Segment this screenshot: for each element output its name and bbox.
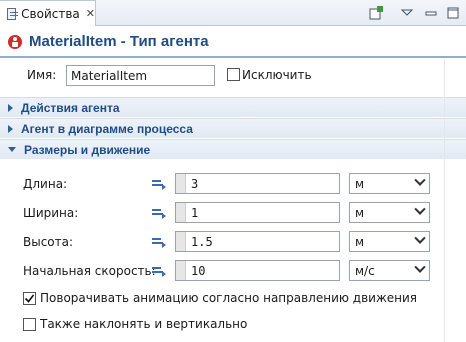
minimize-icon[interactable]	[423, 5, 439, 21]
close-icon[interactable]: ✕	[86, 7, 95, 20]
static-value-icon[interactable]	[152, 236, 166, 248]
static-value-icon[interactable]	[152, 207, 166, 219]
height-unit-select[interactable]: м	[349, 231, 430, 252]
section-label: Действия агента	[21, 100, 120, 115]
chevron-down-icon	[414, 174, 426, 186]
tab-label: Свойства	[21, 6, 80, 21]
agent-icon	[8, 34, 22, 49]
initial-speed-label: Начальная скорость:	[23, 264, 156, 278]
exclude-checkbox[interactable]	[227, 68, 240, 81]
section-agent-in-process[interactable]: Агент в диаграмме процесса	[0, 118, 466, 138]
name-input-value: MaterialItem	[71, 68, 148, 83]
name-input[interactable]: MaterialItem	[66, 65, 215, 86]
width-unit: м	[355, 205, 365, 220]
height-value: 1.5	[191, 234, 213, 249]
rotate-animation-label: Поворачивать анимацию согласно направлен…	[40, 291, 418, 305]
width-value: 1	[191, 205, 199, 220]
initial-speed-value: 10	[191, 263, 206, 278]
width-field[interactable]: 1	[175, 202, 340, 223]
initial-speed-unit-select[interactable]: м/с	[349, 260, 430, 281]
section-label: Размеры и движение	[24, 142, 151, 157]
width-unit-select[interactable]: м	[349, 202, 430, 223]
length-unit: м	[355, 176, 365, 191]
width-label: Ширина:	[23, 206, 79, 220]
initial-speed-field[interactable]: 10	[175, 260, 340, 281]
properties-tabbar: Свойства ✕	[0, 0, 466, 26]
height-label: Высота:	[23, 235, 74, 249]
chevron-down-icon	[414, 261, 426, 273]
page-title: MaterialItem - Тип агента	[29, 33, 209, 50]
length-label: Длина:	[23, 177, 68, 191]
checkmark-icon	[24, 294, 35, 303]
new-view-icon[interactable]	[368, 5, 384, 21]
expand-arrow-icon	[8, 103, 13, 112]
section-label: Агент в диаграмме процесса	[21, 121, 193, 136]
exclude-label: Исключить	[242, 68, 312, 82]
expand-arrow-icon	[8, 124, 13, 133]
length-unit-select[interactable]: м	[349, 173, 430, 194]
length-value: 3	[191, 176, 199, 191]
section-size-movement[interactable]: Размеры и движение	[0, 139, 466, 159]
properties-icon	[7, 7, 19, 20]
initial-speed-unit: м/с	[355, 263, 375, 278]
length-field[interactable]: 3	[175, 173, 340, 194]
chevron-down-icon	[414, 203, 426, 215]
static-value-icon[interactable]	[152, 178, 166, 190]
collapse-arrow-icon	[8, 147, 16, 152]
tab-properties[interactable]: Свойства ✕	[0, 0, 96, 26]
rotate-animation-checkbox[interactable]	[23, 292, 36, 305]
tilt-vertical-checkbox[interactable]	[23, 318, 36, 331]
static-value-icon[interactable]	[152, 265, 166, 277]
height-unit: м	[355, 234, 365, 249]
properties-header: MaterialItem - Тип агента	[0, 27, 466, 58]
name-label: Имя:	[27, 68, 57, 82]
scroll-edge	[444, 59, 445, 342]
height-field[interactable]: 1.5	[175, 231, 340, 252]
chevron-down-icon	[414, 232, 426, 244]
maximize-icon[interactable]	[445, 5, 461, 21]
section-agent-actions[interactable]: Действия агента	[0, 97, 466, 117]
tilt-vertical-label: Также наклонять и вертикально	[40, 317, 248, 331]
view-menu-icon[interactable]	[399, 5, 415, 21]
